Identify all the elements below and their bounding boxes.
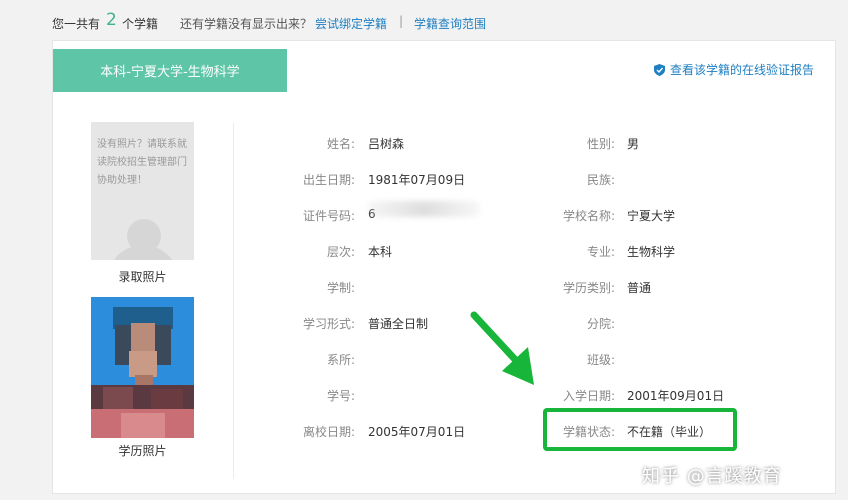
field-value: 男 xyxy=(627,137,640,151)
record-count-suffix: 个学籍 xyxy=(122,17,159,31)
status-highlight-box xyxy=(543,408,737,451)
field-value: 普通全日制 xyxy=(368,317,429,331)
field-value: 宁夏大学 xyxy=(627,209,676,223)
field-value: 本科 xyxy=(368,245,393,259)
field-label: 离校日期: xyxy=(302,425,355,439)
field-label: 系所: xyxy=(326,353,355,367)
field-label: 学号: xyxy=(326,389,355,403)
avatar-body-icon xyxy=(107,245,179,260)
field-label: 分院: xyxy=(586,317,615,331)
field-label: 学习形式: xyxy=(302,317,355,331)
field-label: 性别: xyxy=(586,137,615,151)
field-value: 生物科学 xyxy=(627,245,676,259)
field-label: 专业: xyxy=(586,245,615,259)
field-value: 普通 xyxy=(627,281,652,295)
graduation-photo xyxy=(91,297,194,438)
field-label: 出生日期: xyxy=(302,173,355,187)
query-scope-link[interactable]: 学籍查询范围 xyxy=(414,15,486,32)
field-value: 1981年07月09日 xyxy=(368,173,466,187)
graduation-photo-label: 学历照片 xyxy=(118,444,167,458)
field-label: 学校名称: xyxy=(562,209,615,223)
field-label: 班级: xyxy=(586,353,615,367)
field-value: 2005年07月01日 xyxy=(368,425,466,439)
annotation-arrow-icon xyxy=(470,311,534,385)
verify-report-link[interactable]: 查看该学籍的在线验证报告 xyxy=(654,61,814,78)
no-photo-message: 没有照片？请联系就读院校招生管理部门协助处理！ xyxy=(97,139,187,186)
field-label: 学制: xyxy=(326,281,355,295)
field-value: 吕树森 xyxy=(368,137,405,151)
vertical-divider xyxy=(233,123,234,479)
verify-report-label: 查看该学籍的在线验证报告 xyxy=(670,63,815,77)
field-label: 民族: xyxy=(586,173,615,187)
admission-photo-label: 录取照片 xyxy=(118,270,167,284)
shield-check-icon xyxy=(654,63,665,76)
field-label: 姓名: xyxy=(326,137,355,151)
watermark-text: 知乎 @言蹊教育 xyxy=(642,466,782,487)
bind-record-link[interactable]: 尝试绑定学籍 xyxy=(315,15,387,32)
field-label: 学历类别: xyxy=(562,281,615,295)
link-separator: | xyxy=(399,14,404,28)
record-count-prefix: 您一共有 xyxy=(52,17,101,31)
field-label: 层次: xyxy=(326,245,355,259)
admission-photo-placeholder: 没有照片？请联系就读院校招生管理部门协助处理！ xyxy=(91,122,194,260)
id-number-redaction xyxy=(368,201,480,217)
field-label: 证件号码: xyxy=(302,209,355,223)
record-count: 2 xyxy=(106,10,117,30)
record-card: 本科-宁夏大学-生物科学 查看该学籍的在线验证报告 没有照片？请联系就读院校招生… xyxy=(52,40,836,494)
top-summary-bar: 您一共有 2 个学籍 还有学籍没有显示出来？ 尝试绑定学籍 | 学籍查询范围 xyxy=(0,0,848,40)
missing-record-question: 还有学籍没有显示出来？ xyxy=(180,17,313,31)
record-tab[interactable]: 本科-宁夏大学-生物科学 xyxy=(53,49,287,92)
field-label: 入学日期: xyxy=(562,389,615,403)
field-value: 2001年09月01日 xyxy=(627,389,725,403)
